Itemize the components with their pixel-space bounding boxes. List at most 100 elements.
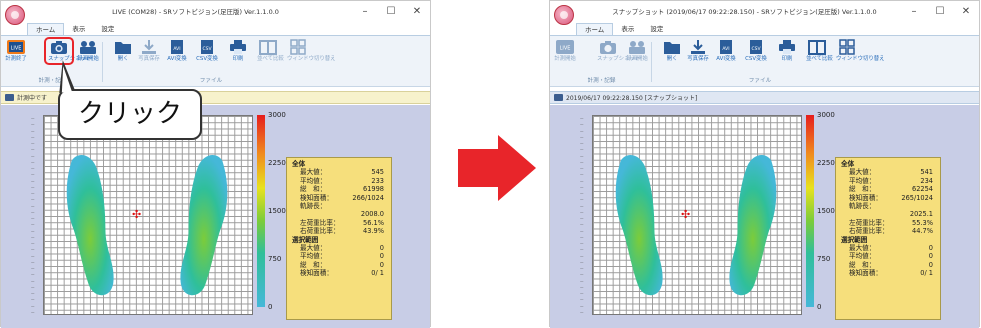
stat-value: 0 [379,260,384,269]
stat-key: 検知面積： [849,193,882,202]
print-button[interactable]: 印刷 [776,39,798,62]
compare-button[interactable]: 並べて比較 [257,39,284,62]
stat-key: 総 和： [300,185,327,194]
stat-key: 総 和： [849,260,876,269]
stat-value: 0 [928,243,933,252]
save-photo-label: 写真保存 [687,56,709,62]
svg-text:CSV: CSV [202,46,212,52]
stat-value: 43.9% [363,227,384,236]
stop-measure-button[interactable]: LIVE 計測終了 [5,39,27,62]
app-logo-icon[interactable] [5,5,25,25]
compare-icon [259,40,277,55]
compare-button[interactable]: 並べて比較 [806,39,833,62]
print-button[interactable]: 印刷 [227,39,249,62]
stat-key: 平均値： [849,176,876,185]
stat-key: 平均値： [300,252,327,261]
camera-icon [600,41,616,54]
app-logo-icon[interactable] [554,5,574,25]
avi-icon: AVI [720,40,732,54]
stat-value: 62254 [912,185,933,194]
status-bar: 2019/06/17 09:22:28.150 [スナップショット] [550,91,979,104]
tab-settings[interactable]: 設定 [93,23,122,35]
group-file-label: ファイル [748,78,772,84]
status-text: 2019/06/17 09:22:28.150 [スナップショット] [566,95,698,102]
save-photo-button[interactable]: 写真保存 [687,39,709,62]
color-scale-bar [257,115,265,307]
row-labels: — — — — — — — — — — — — — — — — — — — — — — — — — — — — — — — — [580,115,592,315]
svg-text:LIVE: LIVE [560,46,571,52]
window-switch-label: ウィンドウ切り替え [836,56,885,62]
colorbar-label-3000: 3000 [817,111,835,119]
stat-key: 平均値： [849,252,876,261]
right-app-window: スナップショット (2019/06/17 09:22:28.150) - SRソ… [549,0,980,328]
stats-selection-header: 選択範囲 [841,235,868,244]
avi-convert-button[interactable]: AVI AVI変換 [166,39,188,62]
right-foot-shape [180,155,228,296]
window-switch-button[interactable]: ウィンドウ切り替え [287,39,336,62]
stat-value: 0 [379,243,384,252]
stat-value: 0 [379,252,384,261]
save-photo-button[interactable]: 写真保存 [138,39,160,62]
row-labels: — — — — — — — — — — — — — — — — — — — — — — — — — — — — — — — — [31,115,43,315]
csv-convert-button[interactable]: CSV CSV変換 [745,39,767,62]
start-measure-button[interactable]: LIVE 計測開始 [554,39,576,62]
right-foot-shape [729,155,777,296]
stat-value: 0 [928,260,933,269]
open-button[interactable]: 開く [112,39,134,62]
stat-value: 55.3% [912,218,933,227]
maximize-icon[interactable]: ☐ [927,1,953,23]
stat-key: 軌跡長： [849,201,876,210]
open-button[interactable]: 開く [661,39,683,62]
print-icon [230,40,246,54]
start-measure-label: 計測開始 [554,56,576,62]
colorbar-label-750: 750 [268,255,282,263]
snapshot-button[interactable]: スナップショット [597,39,640,62]
window-switch-icon [290,39,306,55]
svg-text:LIVE: LIVE [11,46,22,52]
csv-icon: CSV [201,40,213,54]
print-label: 印刷 [232,56,244,62]
status-camera-icon [5,94,14,101]
stat-key: 検知面積： [300,193,333,202]
pressure-grid[interactable]: ✣ [592,115,802,315]
avi-convert-button[interactable]: AVI AVI変換 [715,39,737,62]
record-button[interactable]: 録画開始 [626,39,648,62]
tab-view[interactable]: 表示 [64,23,93,35]
group-measure-label: 計測・記録 [587,78,616,84]
svg-text:CSV: CSV [751,46,761,52]
arrow-right-icon [458,149,498,187]
close-icon[interactable]: ✕ [404,1,430,23]
avi-convert-label: AVI変換 [716,56,736,62]
tab-home[interactable]: ホーム [27,23,65,35]
csv-convert-label: CSV変換 [196,56,218,62]
tab-settings[interactable]: 設定 [642,23,671,35]
close-icon[interactable]: ✕ [953,1,979,23]
stat-value: 545 [371,168,384,177]
pressure-grid[interactable]: ✣ [43,115,253,315]
avi-icon: AVI [171,40,183,54]
maximize-icon[interactable]: ☐ [378,1,404,23]
stat-value: 56.1% [363,218,384,227]
window-switch-button[interactable]: ウィンドウ切り替え [836,39,885,62]
live-icon: LIVE [7,40,25,54]
stop-measure-label: 計測終了 [5,56,27,62]
stat-key: 右荷重比率： [849,227,889,236]
tab-view[interactable]: 表示 [613,23,642,35]
print-label: 印刷 [781,56,793,62]
open-label: 開く [117,56,129,62]
tab-home[interactable]: ホーム [576,23,614,35]
record-label: 録画開始 [626,56,648,62]
minimize-icon[interactable]: – [901,1,927,23]
svg-text:AVI: AVI [173,46,180,52]
csv-convert-button[interactable]: CSV CSV変換 [196,39,218,62]
record-button[interactable]: 録画開始 [77,39,99,62]
left-foot-shape [615,155,663,296]
minimize-icon[interactable]: – [352,1,378,23]
compare-label: 並べて比較 [257,56,284,62]
csv-icon: CSV [750,40,762,54]
stat-key: 最大値： [300,168,327,177]
title-bar: スナップショット (2019/06/17 09:22:28.150) - SRソ… [550,1,979,25]
group-file-label: ファイル [199,78,223,84]
stat-value: 265/1024 [901,193,933,202]
status-text: 計測中です [17,95,48,102]
